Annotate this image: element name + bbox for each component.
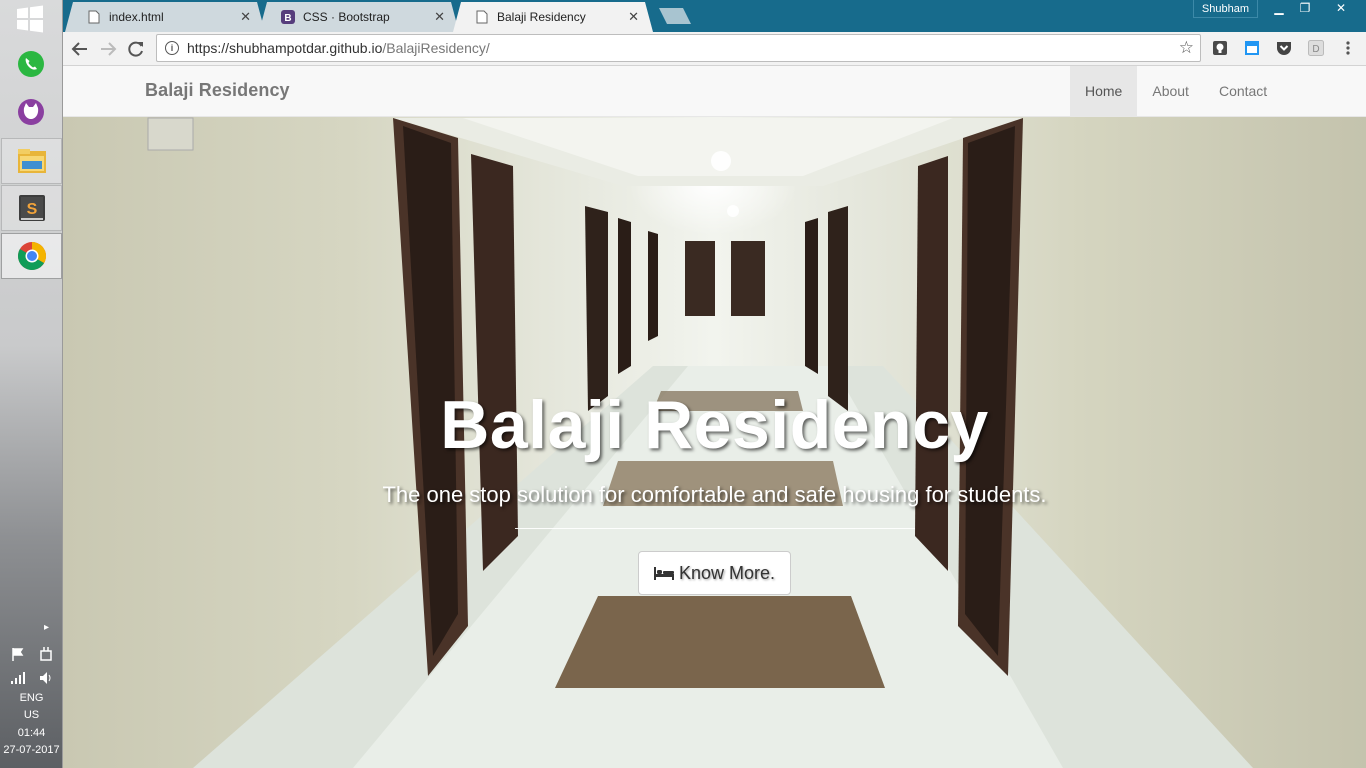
tab-label: CSS · Bootstrap — [303, 10, 390, 24]
nav-contact-link[interactable]: Contact — [1204, 66, 1282, 116]
windows-start-icon[interactable] — [14, 4, 46, 34]
forward-icon[interactable] — [96, 37, 120, 61]
browser-toolbar: i https://shubhampotdar.github.io/Balaji… — [63, 32, 1366, 66]
tab-label: index.html — [109, 10, 164, 24]
flag-icon[interactable] — [10, 646, 26, 667]
tab-label: Balaji Residency — [497, 10, 586, 24]
svg-text:S: S — [26, 201, 37, 218]
extension-bulb-icon[interactable] — [1211, 39, 1229, 57]
tray-row-2 — [10, 670, 54, 691]
url-text: https://shubhampotdar.github.io/BalajiRe… — [187, 40, 490, 56]
bed-icon — [653, 566, 674, 580]
new-tab-button[interactable] — [659, 8, 691, 24]
tray-time[interactable]: 01:44 — [0, 725, 63, 742]
info-icon[interactable]: i — [165, 41, 179, 55]
minimize-icon[interactable]: ▁ — [1266, 0, 1292, 18]
site-navbar: Balaji Residency Home About Contact — [63, 66, 1366, 117]
address-bar[interactable]: i https://shubhampotdar.github.io/Balaji… — [156, 34, 1201, 62]
url-path: /BalajiResidency/ — [382, 40, 490, 56]
tab-index-html[interactable]: index.html ✕ — [65, 2, 265, 32]
svg-text:B: B — [284, 13, 291, 24]
file-explorer-icon[interactable] — [1, 138, 62, 184]
navbar-brand[interactable]: Balaji Residency — [145, 80, 290, 101]
bootstrap-icon: B — [281, 10, 295, 24]
page-icon — [87, 10, 101, 24]
svg-text:D: D — [1312, 44, 1319, 55]
hero-subtitle: The one stop solution for comfortable an… — [382, 482, 1047, 507]
volume-icon[interactable] — [38, 670, 54, 691]
pocket-icon[interactable] — [1275, 39, 1293, 57]
back-icon[interactable] — [68, 37, 92, 61]
extension-window-icon[interactable] — [1243, 39, 1261, 57]
tray-language[interactable]: ENG — [0, 690, 63, 707]
network-icon[interactable] — [10, 670, 26, 691]
know-more-button[interactable]: Know More. — [638, 551, 791, 595]
nav-about-link[interactable]: About — [1137, 66, 1204, 116]
menu-kebab-icon[interactable] — [1339, 39, 1357, 57]
whatsapp-icon[interactable] — [8, 44, 54, 84]
chrome-icon[interactable] — [1, 233, 62, 279]
url-host: https://shubhampotdar.github.io — [187, 40, 383, 56]
sublime-text-icon[interactable]: S — [1, 185, 62, 231]
tray-region[interactable]: US — [0, 707, 63, 724]
profile-button[interactable]: Shubham — [1192, 0, 1258, 18]
navbar-links: Home About Contact — [1070, 66, 1282, 116]
tab-bootstrap[interactable]: B CSS · Bootstrap ✕ — [259, 2, 459, 32]
reload-icon[interactable] — [124, 37, 148, 61]
page-viewport: Balaji Residency Home About Contact Bala… — [63, 66, 1366, 768]
power-icon[interactable] — [38, 646, 54, 667]
bookmark-star-icon[interactable]: ☆ — [1179, 38, 1194, 58]
tab-strip: index.html ✕ B CSS · Bootstrap ✕ Balaji … — [63, 0, 1366, 32]
tab-balaji-residency[interactable]: Balaji Residency ✕ — [453, 2, 653, 32]
windows-taskbar: S ▸ ENG US 01:44 27-07-2017 — [0, 0, 63, 768]
tray-row-1 — [10, 646, 54, 667]
cat-app-icon[interactable] — [8, 92, 54, 132]
tray-date[interactable]: 27-07-2017 — [0, 742, 63, 759]
close-icon[interactable]: ✕ — [628, 9, 639, 25]
hero-title: Balaji Residency — [440, 387, 989, 463]
restore-icon[interactable]: ❐ — [1292, 0, 1318, 18]
hero-divider — [515, 528, 915, 529]
page-icon — [475, 10, 489, 24]
tray-expand-arrow-icon[interactable]: ▸ — [44, 622, 49, 633]
close-icon[interactable]: ✕ — [240, 9, 251, 25]
know-more-label: Know More. — [678, 562, 776, 583]
nav-home-link[interactable]: Home — [1070, 66, 1138, 116]
extension-d-icon[interactable]: D — [1307, 39, 1325, 57]
close-icon[interactable]: ✕ — [434, 9, 445, 25]
close-window-icon[interactable]: ✕ — [1328, 0, 1354, 18]
